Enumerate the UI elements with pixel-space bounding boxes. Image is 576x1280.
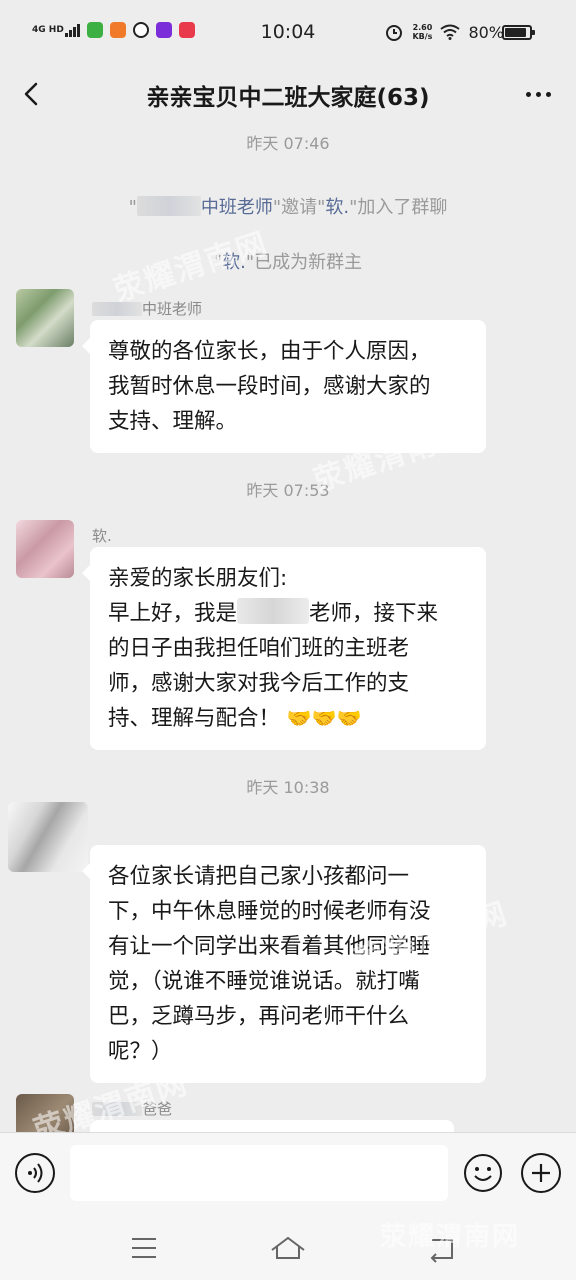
- chat-header: 亲亲宝贝中二班大家庭(63): [0, 66, 576, 122]
- back-icon: [430, 1239, 453, 1263]
- status-bar: 4G HD 10:04 2.60 KB/s 80%: [0, 0, 576, 66]
- wifi-icon: [440, 24, 461, 40]
- message-line: 亲爱的家长朋友们:: [108, 566, 288, 591]
- handshake-emoji: 🤝🤝🤝: [286, 706, 362, 730]
- emoji-button[interactable]: [463, 1153, 503, 1193]
- mosaic-redaction: [92, 1102, 142, 1116]
- sender-name: 爸爸: [92, 1098, 172, 1119]
- menu-button[interactable]: [124, 1230, 164, 1266]
- invite-text: "邀请": [272, 197, 326, 218]
- battery-icon: [502, 25, 535, 40]
- avatar[interactable]: [16, 520, 74, 578]
- sender-name: 软.: [92, 527, 112, 545]
- message-bubble[interactable]: 尊敬的各位家长，由于个人原因， 我暂时休息一段时间，感谢大家的 支持、理解。: [82, 320, 486, 453]
- system-message-invite: " 中班老师"邀请"软."加入了群聊: [0, 193, 576, 219]
- system-message-owner: "软."已成为新群主: [0, 248, 576, 274]
- timestamp: 昨天 10:38: [246, 778, 330, 797]
- menu-icon: [132, 1238, 156, 1258]
- alarm-icon: [386, 25, 403, 41]
- timestamp: 昨天 07:46: [246, 134, 330, 153]
- message-text: 的日子由我担任咱们班的主班老 师，感谢大家对我今后工作的支 持、理解与配合！: [108, 636, 410, 731]
- mosaic-redaction: [92, 302, 142, 316]
- back-nav-button[interactable]: [420, 1230, 460, 1266]
- net-speed-value: 2.60: [412, 23, 433, 32]
- voice-icon: [28, 1163, 43, 1183]
- inviter-link[interactable]: 中班老师: [201, 197, 273, 218]
- owner-text: "已成为新群主: [245, 252, 363, 273]
- sender-name-text: 中班老师: [142, 300, 203, 318]
- message-list[interactable]: 昨天 07:46 " 中班老师"邀请"软."加入了群聊 "软."已成为新群主 中班…: [0, 122, 576, 1132]
- net-speed: 2.60 KB/s: [412, 23, 432, 41]
- quote-mark: ": [128, 197, 137, 218]
- sender-name-text: 爸爸: [142, 1100, 173, 1118]
- owner-link[interactable]: 软.: [222, 252, 246, 273]
- more-actions-button[interactable]: [521, 1153, 561, 1193]
- avatar[interactable]: [8, 802, 88, 872]
- invitee-link[interactable]: 软.: [325, 197, 349, 218]
- message-bubble[interactable]: [90, 1120, 454, 1132]
- mosaic-redaction: [237, 598, 310, 624]
- battery-fill: [505, 28, 526, 37]
- net-speed-unit: KB/s: [412, 32, 433, 41]
- mosaic-redaction: [136, 196, 201, 216]
- timestamp: 昨天 07:53: [246, 481, 330, 500]
- more-dot: [525, 91, 531, 97]
- invite-text-end: "加入了群聊: [349, 197, 448, 218]
- voice-button[interactable]: [15, 1153, 55, 1193]
- message-line: 老师，接下来: [309, 601, 439, 626]
- home-icon: [271, 1236, 305, 1259]
- chat-title: 亲亲宝贝中二班大家庭(63): [146, 85, 430, 111]
- home-button[interactable]: [268, 1230, 308, 1266]
- input-bar: [0, 1132, 576, 1216]
- emoji-smile-icon: [464, 1154, 502, 1192]
- message-bubble[interactable]: 亲爱的家长朋友们: 早上好，我是 老师，接下来 的日子由我担任咱们班的主班老 师，…: [82, 547, 486, 750]
- avatar[interactable]: [16, 289, 74, 347]
- quote-mark: ": [213, 252, 223, 273]
- message-line: 早上好，我是: [108, 601, 238, 626]
- more-dot: [535, 91, 541, 97]
- more-dot: [545, 91, 551, 97]
- message-bubble[interactable]: 各位家长请把自己家小孩都问一 下，中午休息睡觉的时候老师有没 有让一个同学出来看…: [82, 845, 486, 1083]
- sender-name: 中班老师: [92, 298, 202, 319]
- plus-icon: [532, 1164, 550, 1182]
- avatar[interactable]: [16, 1094, 74, 1132]
- battery-percent: 80%: [468, 22, 504, 42]
- more-button[interactable]: [518, 80, 558, 108]
- message-input[interactable]: [70, 1145, 448, 1201]
- status-right: 2.60 KB/s 80%: [384, 22, 504, 42]
- system-nav-bar: 荥耀渭南网: [0, 1216, 576, 1280]
